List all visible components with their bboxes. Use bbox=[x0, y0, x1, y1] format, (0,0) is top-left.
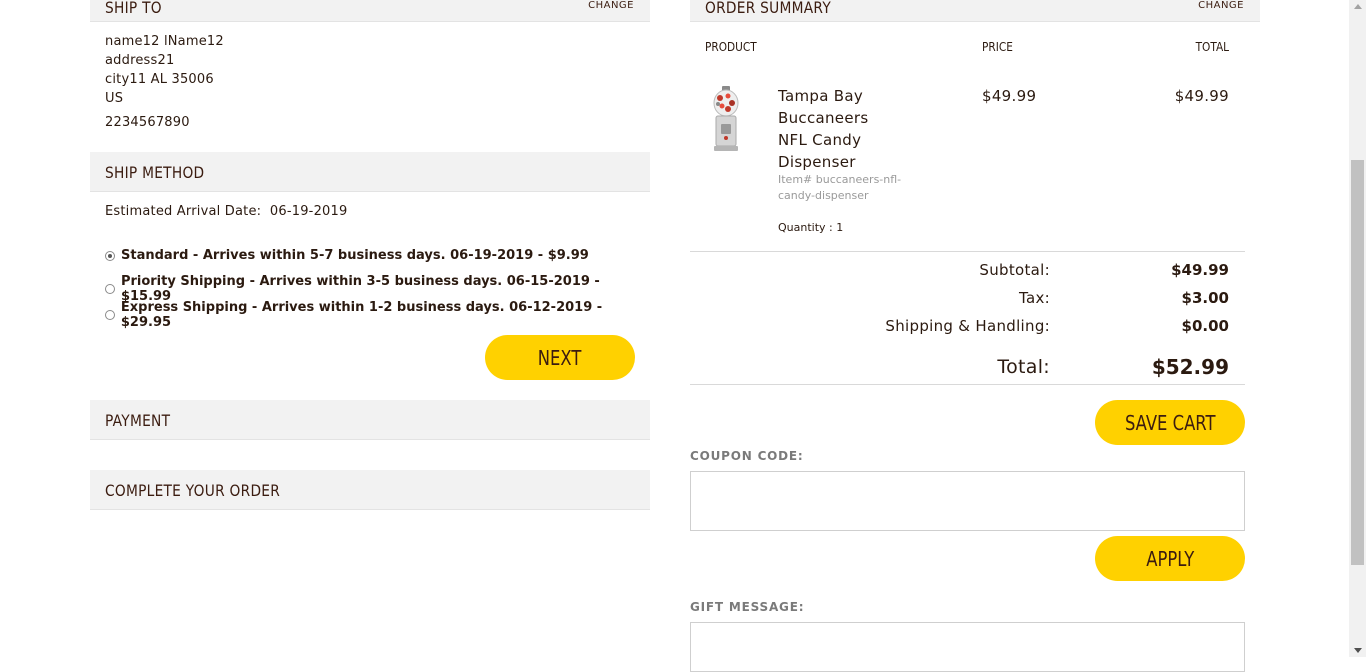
summary-divider bbox=[690, 251, 1245, 252]
radio-unselected-icon[interactable] bbox=[105, 284, 115, 294]
order-summary-title: ORDER SUMMARY bbox=[705, 0, 832, 17]
scroll-up-arrow-icon[interactable] bbox=[1354, 4, 1362, 9]
candy-dispenser-icon bbox=[713, 86, 739, 151]
total-label: Total: bbox=[997, 356, 1050, 378]
tax-label: Tax: bbox=[1018, 289, 1050, 307]
ship-option-express-label: Express Shipping - Arrives within 1-2 bu… bbox=[120, 300, 603, 330]
payment-header[interactable]: PAYMENT bbox=[90, 400, 650, 440]
order-summary-header: ORDER SUMMARY CHANGE bbox=[690, 0, 1260, 22]
ship-to-city: city11 AL 35006 bbox=[105, 72, 214, 87]
product-quantity: Quantity : 1 bbox=[778, 221, 844, 234]
payment-title: PAYMENT bbox=[105, 411, 171, 430]
ship-option-standard[interactable]: Standard - Arrives within 5-7 business d… bbox=[105, 248, 589, 263]
radio-unselected-icon[interactable] bbox=[105, 310, 115, 320]
ship-method-title: SHIP METHOD bbox=[105, 163, 205, 182]
apply-button-label: APPLY bbox=[1146, 546, 1194, 571]
subtotal-value: $49.99 bbox=[1171, 261, 1229, 279]
ship-to-phone: 2234567890 bbox=[105, 115, 190, 130]
save-cart-button-label: SAVE CART bbox=[1124, 410, 1216, 435]
ship-to-title: SHIP TO bbox=[105, 0, 162, 17]
ship-to-change-link[interactable]: CHANGE bbox=[588, 0, 634, 11]
ship-to-country: US bbox=[105, 91, 124, 106]
subtotal-label: Subtotal: bbox=[979, 261, 1050, 279]
coupon-code-input[interactable] bbox=[690, 471, 1245, 531]
save-cart-button[interactable]: SAVE CART bbox=[1095, 400, 1245, 445]
ship-option-standard-label: Standard - Arrives within 5-7 business d… bbox=[121, 248, 589, 263]
total-divider bbox=[690, 384, 1245, 385]
next-button[interactable]: NEXT bbox=[485, 335, 635, 380]
gift-message-label: GIFT MESSAGE: bbox=[690, 600, 805, 614]
complete-order-title: COMPLETE YOUR ORDER bbox=[105, 481, 281, 500]
estimated-arrival-label: Estimated Arrival Date: bbox=[105, 204, 262, 219]
product-name-link[interactable]: Tampa Bay Buccaneers NFL Candy Dispenser bbox=[778, 85, 898, 173]
gift-message-input[interactable] bbox=[690, 622, 1245, 672]
column-header-price: PRICE bbox=[982, 40, 1013, 54]
ship-to-header: SHIP TO CHANGE bbox=[90, 0, 650, 22]
tax-value: $3.00 bbox=[1181, 289, 1229, 307]
scrollbar-thumb[interactable] bbox=[1351, 160, 1364, 565]
estimated-arrival: Estimated Arrival Date: 06-19-2019 bbox=[105, 204, 347, 219]
coupon-code-label: COUPON CODE: bbox=[690, 449, 804, 463]
product-sku: Item# buccaneers-nfl-candy-dispenser bbox=[778, 173, 902, 202]
order-summary-change-link[interactable]: CHANGE bbox=[1198, 0, 1244, 11]
radio-selected-icon[interactable] bbox=[105, 250, 115, 261]
column-header-total: TOTAL bbox=[1195, 40, 1229, 54]
ship-to-name: name12 lName12 bbox=[105, 34, 224, 49]
complete-order-header[interactable]: COMPLETE YOUR ORDER bbox=[90, 470, 650, 510]
product-price: $49.99 bbox=[982, 87, 1037, 105]
shipping-label: Shipping & Handling: bbox=[885, 317, 1050, 335]
candy-dispenser-image[interactable] bbox=[708, 86, 744, 154]
ship-to-address: address21 bbox=[105, 53, 175, 68]
ship-option-express[interactable]: Express Shipping - Arrives within 1-2 bu… bbox=[105, 300, 650, 330]
scroll-down-arrow-icon[interactable] bbox=[1354, 648, 1362, 653]
column-header-product: PRODUCT bbox=[705, 40, 757, 54]
product-total: $49.99 bbox=[1174, 87, 1229, 105]
apply-coupon-button[interactable]: APPLY bbox=[1095, 536, 1245, 581]
shipping-value: $0.00 bbox=[1181, 317, 1229, 335]
next-button-label: NEXT bbox=[538, 345, 582, 370]
total-value: $52.99 bbox=[1151, 355, 1229, 379]
page-scrollbar[interactable] bbox=[1349, 0, 1366, 657]
ship-method-header: SHIP METHOD bbox=[90, 152, 650, 192]
estimated-arrival-date: 06-19-2019 bbox=[269, 204, 348, 219]
